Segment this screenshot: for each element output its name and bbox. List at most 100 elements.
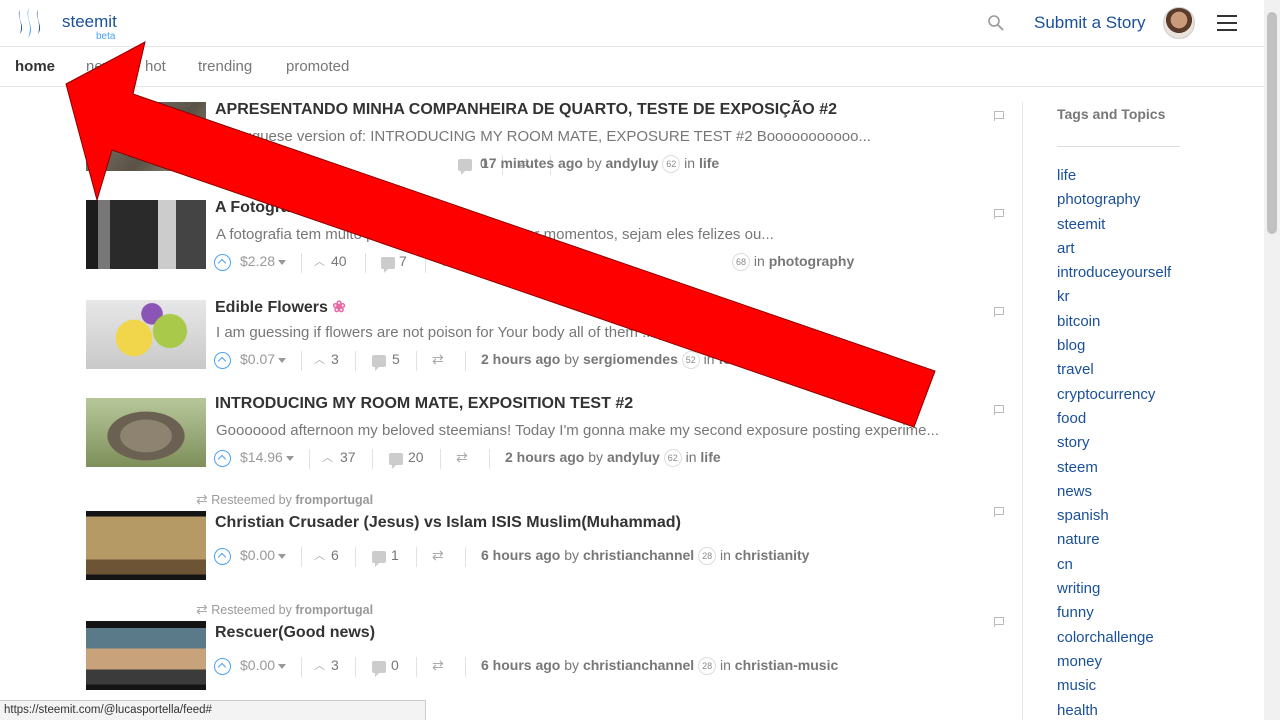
votes-icon[interactable]: ︿ bbox=[314, 253, 325, 269]
post-payout[interactable]: $0.00 bbox=[240, 657, 287, 673]
post-payout[interactable]: $14.96 bbox=[240, 449, 294, 465]
post-payout[interactable]: $2.28 bbox=[240, 253, 287, 269]
post-excerpt[interactable]: Gooooood afternoon my beloved steemians!… bbox=[216, 422, 982, 439]
payout-dropdown-icon[interactable] bbox=[278, 357, 287, 363]
tag-link[interactable]: travel bbox=[1057, 361, 1171, 385]
resteem-icon[interactable]: ⇄ bbox=[456, 449, 468, 466]
post-category[interactable]: life bbox=[700, 449, 720, 465]
post-category[interactable]: christianity bbox=[735, 547, 810, 563]
resteem-icon[interactable]: ⇄ bbox=[441, 253, 453, 270]
comments-icon[interactable] bbox=[458, 159, 472, 175]
resteemed-by-user[interactable]: fromportugal bbox=[295, 493, 373, 507]
tab-hot[interactable]: hot bbox=[145, 58, 166, 75]
post-time[interactable]: 6 hours ago bbox=[481, 657, 560, 673]
flag-icon[interactable] bbox=[994, 405, 1004, 415]
post-category[interactable]: christian-music bbox=[735, 657, 838, 673]
votes-icon[interactable]: ︿ bbox=[314, 351, 325, 367]
votes-count[interactable]: 40 bbox=[331, 253, 347, 269]
tag-link[interactable]: news bbox=[1057, 483, 1171, 507]
votes-count[interactable]: 37 bbox=[340, 449, 356, 465]
votes-icon[interactable]: ︿ bbox=[322, 449, 333, 465]
post-title[interactable]: INTRODUCING MY ROOM MATE, EXPOSITION TES… bbox=[215, 395, 633, 413]
tag-link[interactable]: steem bbox=[1057, 459, 1171, 483]
upvote-icon[interactable] bbox=[214, 548, 231, 565]
tag-link[interactable]: kr bbox=[1057, 288, 1171, 312]
flag-icon[interactable] bbox=[994, 111, 1004, 121]
votes-count[interactable]: 3 bbox=[331, 351, 339, 367]
tag-link[interactable]: money bbox=[1057, 653, 1171, 677]
comments-count[interactable]: 5 bbox=[392, 351, 400, 367]
post-category[interactable]: foo bbox=[718, 351, 740, 367]
post-author[interactable]: andyluy bbox=[607, 449, 660, 465]
tab-promoted[interactable]: promoted bbox=[286, 58, 349, 75]
post-thumbnail[interactable] bbox=[86, 511, 206, 580]
search-icon[interactable] bbox=[987, 14, 1005, 32]
post-time[interactable]: 2 hours ago bbox=[505, 449, 584, 465]
upvote-icon[interactable] bbox=[214, 658, 231, 675]
comments-count[interactable]: 20 bbox=[408, 449, 424, 465]
flag-icon[interactable] bbox=[994, 617, 1004, 627]
post-category[interactable]: photography bbox=[769, 253, 855, 269]
comments-icon[interactable] bbox=[381, 257, 395, 273]
tag-link[interactable]: food bbox=[1057, 410, 1171, 434]
post-excerpt[interactable]: A fotografia tem muito pod... denunciar,… bbox=[216, 226, 982, 243]
user-avatar[interactable] bbox=[1163, 7, 1195, 39]
steemit-logo-icon[interactable] bbox=[14, 6, 48, 40]
post-title[interactable]: Rescuer(Good news) bbox=[215, 624, 375, 642]
flag-icon[interactable] bbox=[994, 507, 1004, 517]
post-title[interactable]: A Fotografia Te bbox=[215, 199, 331, 217]
resteem-icon[interactable]: ⇄ bbox=[432, 547, 444, 564]
comments-icon[interactable] bbox=[372, 661, 386, 677]
tag-link[interactable]: cryptocurrency bbox=[1057, 386, 1171, 410]
post-thumbnail[interactable] bbox=[86, 200, 206, 269]
tab-new[interactable]: new bbox=[86, 58, 114, 75]
page-scrollbar[interactable] bbox=[1264, 0, 1280, 720]
post-excerpt[interactable]: Portuguese version of: INTRODUCING MY RO… bbox=[216, 128, 982, 145]
flag-icon[interactable] bbox=[994, 307, 1004, 317]
tag-link[interactable]: cn bbox=[1057, 556, 1171, 580]
scrollbar-thumb[interactable] bbox=[1267, 12, 1277, 234]
tag-link[interactable]: music bbox=[1057, 677, 1171, 701]
votes-icon[interactable]: ︿ bbox=[314, 657, 325, 673]
tab-trending[interactable]: trending bbox=[198, 58, 252, 75]
tag-link[interactable]: bitcoin bbox=[1057, 313, 1171, 337]
resteem-icon[interactable]: ⇄ bbox=[432, 657, 444, 674]
hamburger-menu-icon[interactable] bbox=[1217, 15, 1237, 31]
post-title[interactable]: APRESENTANDO MINHA COMPANHEIRA DE QUARTO… bbox=[215, 101, 837, 119]
submit-story-link[interactable]: Submit a Story bbox=[1034, 13, 1146, 33]
post-title[interactable]: Christian Crusader (Jesus) vs Islam ISIS… bbox=[215, 514, 681, 532]
post-author[interactable]: christianchannel bbox=[583, 547, 694, 563]
tag-link[interactable]: funny bbox=[1057, 604, 1171, 628]
comments-count[interactable]: 1 bbox=[391, 547, 399, 563]
payout-dropdown-icon[interactable] bbox=[278, 259, 287, 265]
post-payout[interactable]: $0.07 bbox=[240, 351, 287, 367]
payout-dropdown-icon[interactable] bbox=[278, 553, 287, 559]
votes-count[interactable]: 6 bbox=[331, 547, 339, 563]
post-thumbnail[interactable] bbox=[86, 621, 206, 690]
brand-name[interactable]: steemit bbox=[62, 12, 117, 32]
comments-count[interactable]: 0 bbox=[391, 657, 399, 673]
post-category[interactable]: life bbox=[699, 155, 719, 171]
comments-icon[interactable] bbox=[372, 551, 386, 567]
post-payout[interactable]: $0.00 bbox=[240, 547, 287, 563]
tag-link[interactable]: life bbox=[1057, 167, 1171, 191]
post-author[interactable]: christianchannel bbox=[583, 657, 694, 673]
post-author[interactable]: andyluy bbox=[606, 155, 659, 171]
post-thumbnail[interactable] bbox=[86, 300, 206, 369]
tag-link[interactable]: spanish bbox=[1057, 507, 1171, 531]
upvote-icon[interactable] bbox=[214, 450, 231, 467]
flag-icon[interactable] bbox=[994, 209, 1004, 219]
payout-dropdown-icon[interactable] bbox=[285, 455, 294, 461]
tag-link[interactable]: colorchallenge bbox=[1057, 629, 1171, 653]
post-title[interactable]: Edible Flowers ❀ bbox=[215, 297, 346, 317]
comments-icon[interactable] bbox=[372, 355, 386, 371]
upvote-icon[interactable] bbox=[214, 352, 231, 369]
tag-link[interactable]: photography bbox=[1057, 191, 1171, 215]
post-time[interactable]: 2 hours ago bbox=[481, 351, 560, 367]
tag-link[interactable]: art bbox=[1057, 240, 1171, 264]
tab-home[interactable]: home bbox=[15, 58, 55, 75]
tag-link[interactable]: introduceyourself bbox=[1057, 264, 1171, 288]
votes-icon[interactable]: ︿ bbox=[314, 547, 325, 563]
tag-link[interactable]: steemit bbox=[1057, 216, 1171, 240]
resteemed-by-user[interactable]: fromportugal bbox=[295, 603, 373, 617]
